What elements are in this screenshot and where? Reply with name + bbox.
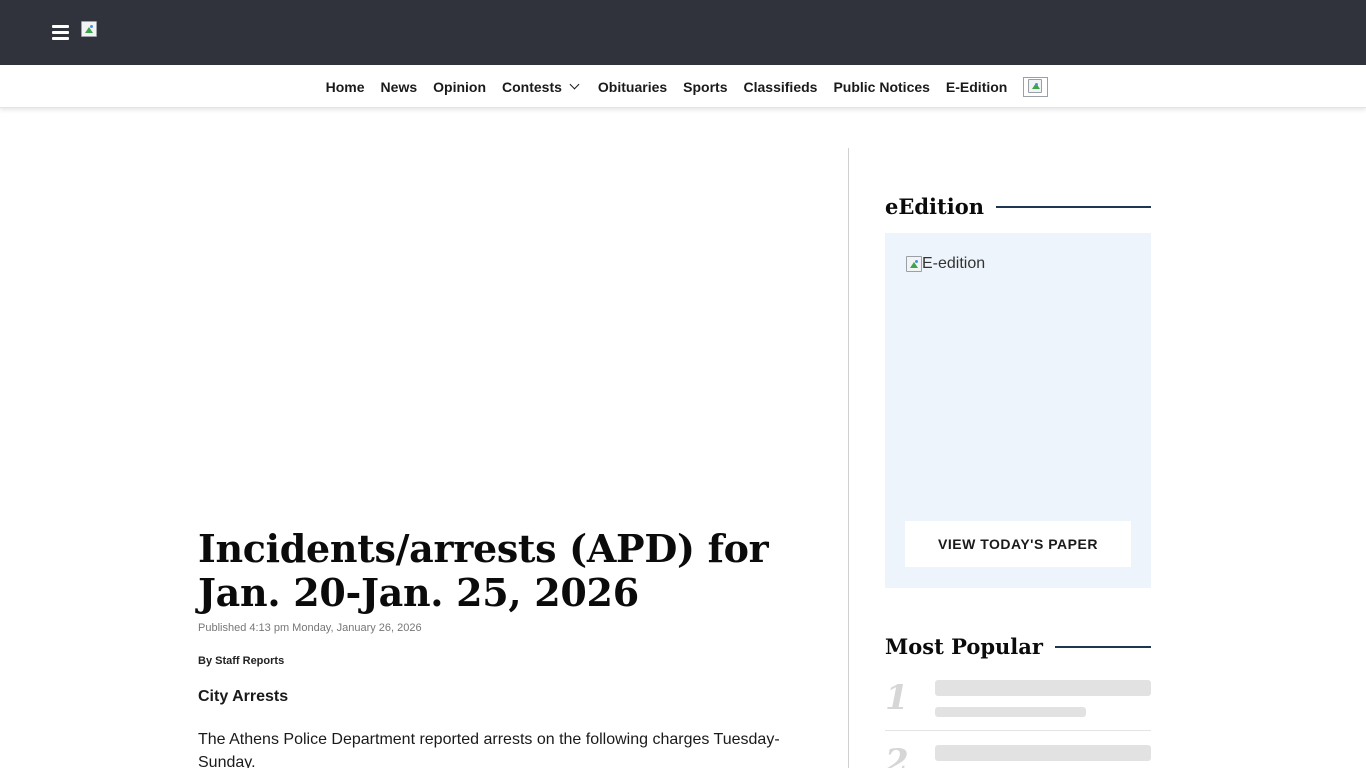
most-popular-heading-text: Most Popular — [885, 634, 1043, 659]
site-logo[interactable] — [81, 21, 97, 37]
nav-item-contests[interactable]: Contests — [494, 65, 590, 108]
eedition-heading: eEdition — [885, 194, 1151, 219]
menu-bar — [52, 31, 69, 34]
heading-rule — [1054, 645, 1151, 648]
view-todays-paper-button[interactable]: VIEW TODAY'S PAPER — [905, 521, 1131, 567]
section-heading: City Arrests — [198, 688, 289, 705]
nav-item-label: Classifieds — [743, 78, 818, 95]
nav-item-label: News — [380, 78, 418, 95]
broken-image-icon — [906, 256, 922, 272]
byline-prefix: By — [198, 655, 213, 667]
article-paragraph: The Athens Police Department reported ar… — [198, 731, 780, 768]
byline: By Staff Reports — [198, 655, 284, 667]
hamburger-menu-icon[interactable] — [52, 25, 69, 40]
chevron-down-icon — [569, 79, 580, 90]
nav-item-public-notices[interactable]: Public Notices — [825, 65, 937, 108]
nav-item-e-edition[interactable]: E-Edition — [938, 65, 1015, 108]
nav-item-opinion[interactable]: Opinion — [425, 65, 494, 108]
nav-item-news[interactable]: News — [373, 65, 426, 108]
popular-item[interactable]: 1 — [885, 676, 1151, 732]
published-date: Published 4:13 pm Monday, January 26, 20… — [198, 622, 422, 634]
nav-item-label: Sports — [683, 78, 728, 95]
menu-bar — [52, 37, 69, 40]
popular-item[interactable]: 2 — [885, 740, 1151, 768]
nav-image-link[interactable] — [1023, 65, 1049, 108]
broken-image-icon — [1028, 78, 1043, 93]
loading-placeholder — [935, 707, 1086, 717]
nav-image-frame — [1023, 76, 1049, 97]
popular-rank: 2 — [885, 742, 909, 768]
nav-item-classifieds[interactable]: Classifieds — [736, 65, 826, 108]
column-divider — [848, 148, 849, 768]
most-popular-heading: Most Popular — [885, 634, 1151, 659]
nav-item-obituaries[interactable]: Obituaries — [590, 65, 675, 108]
nav-item-sports[interactable]: Sports — [675, 65, 735, 108]
popular-rank: 1 — [885, 678, 909, 718]
nav-item-home[interactable]: Home — [318, 65, 373, 108]
main-navigation: Home News Opinion Contests Obituaries Sp… — [0, 65, 1366, 108]
article-title: Incidents/arrests (APD) for Jan. 20-Jan.… — [198, 526, 769, 615]
eedition-image[interactable]: E-edition — [906, 255, 985, 273]
nav-item-label: E-Edition — [945, 78, 1008, 95]
author-link[interactable]: Staff Reports — [215, 655, 284, 667]
eedition-heading-text: eEdition — [885, 194, 984, 219]
eedition-image-alt: E-edition — [922, 255, 986, 272]
nav-item-label: Contests — [502, 78, 562, 95]
nav-item-label: Obituaries — [597, 78, 668, 95]
item-divider — [885, 730, 1151, 731]
nav-item-label: Public Notices — [833, 78, 930, 95]
nav-items: Home News Opinion Contests Obituaries Sp… — [0, 65, 1366, 108]
eedition-card: E-edition VIEW TODAY'S PAPER — [885, 233, 1151, 588]
heading-rule — [995, 205, 1151, 208]
loading-placeholder — [935, 680, 1151, 696]
site-header — [0, 0, 1366, 65]
loading-placeholder — [935, 745, 1151, 761]
nav-item-label: Opinion — [433, 78, 487, 95]
menu-bar — [52, 25, 69, 28]
broken-image-icon — [81, 21, 97, 37]
nav-item-label: Home — [325, 78, 365, 95]
